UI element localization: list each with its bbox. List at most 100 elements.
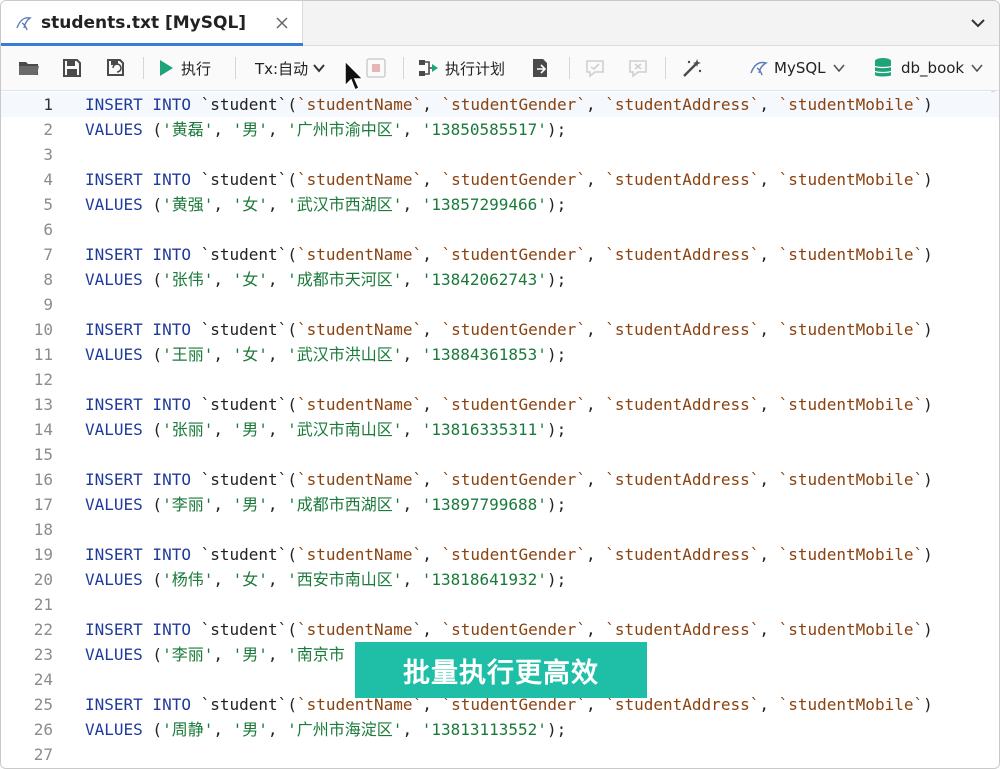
editor-line[interactable]: 6 <box>1 217 999 242</box>
editor-line[interactable]: 4 INSERT INTO `student`(`studentName`, `s… <box>1 167 999 192</box>
editor-line[interactable]: 15 <box>1 442 999 467</box>
editor-line[interactable]: 16 INSERT INTO `student`(`studentName`, `… <box>1 467 999 492</box>
editor-line[interactable]: 27 <box>1 742 999 767</box>
explain-button[interactable] <box>529 55 551 81</box>
database-type-selector[interactable]: MySQL <box>749 55 846 81</box>
sql-punctuation: , <box>759 695 779 714</box>
line-number: 18 <box>33 520 53 539</box>
sql-string-value: '13813113552' <box>421 720 547 739</box>
editor-line[interactable]: 26 VALUES ('周静', '男', '广州市海淀区', '13813113… <box>1 717 999 742</box>
sql-column-name: `studentMobile` <box>778 620 924 639</box>
open-folder-button[interactable] <box>17 55 41 81</box>
sql-string-value: '武汉市南山区' <box>287 420 403 439</box>
editor-line[interactable]: 21 <box>1 592 999 617</box>
sql-column-name: `studentName` <box>296 95 423 114</box>
editor-line[interactable]: 3 <box>1 142 999 167</box>
sql-punctuation: , <box>422 395 442 414</box>
line-number: 4 <box>43 170 53 189</box>
sql-punctuation: , <box>759 470 779 489</box>
sql-column-name: `studentMobile` <box>778 170 924 189</box>
commit-button[interactable] <box>584 55 606 81</box>
transaction-mode-dropdown[interactable]: Tx:自动 <box>249 55 326 81</box>
editor-line[interactable]: 5 VALUES ('黄强', '女', '武汉市西湖区', '138572994… <box>1 192 999 217</box>
sql-table-name: `student` <box>200 170 288 189</box>
line-number: 5 <box>43 195 53 214</box>
play-icon <box>160 60 173 76</box>
editor-line[interactable]: 10 INSERT INTO `student`(`studentName`, `… <box>1 317 999 342</box>
sql-keyword: INSERT INTO <box>85 545 191 564</box>
sql-keyword: INSERT INTO <box>85 620 191 639</box>
sql-string-value: '女' <box>232 345 268 364</box>
editor-line[interactable]: 12 <box>1 367 999 392</box>
sql-punctuation: , <box>213 495 233 514</box>
sql-string-value: '广州市渝中区' <box>287 120 403 139</box>
sql-keyword: INSERT INTO <box>85 470 191 489</box>
sql-column-name: `studentAddress` <box>605 470 760 489</box>
editor-line[interactable]: 7 INSERT INTO `student`(`studentName`, `s… <box>1 242 999 267</box>
tab-bar: students.txt [MySQL] <box>1 1 999 46</box>
sql-string-value: '成都市天河区' <box>287 270 403 289</box>
save-all-button[interactable] <box>105 55 127 81</box>
editor-line[interactable]: 2 VALUES ('黄磊', '男', '广州市渝中区', '138505855… <box>1 117 999 142</box>
sql-punctuation: , <box>585 620 606 639</box>
code-text: VALUES ('张伟', '女', '成都市天河区', '1384206274… <box>85 267 566 292</box>
sql-keyword: VALUES <box>85 570 143 589</box>
save-button[interactable] <box>62 55 82 81</box>
sql-column-name: `studentAddress` <box>605 620 760 639</box>
sql-punctuation: , <box>585 170 606 189</box>
tab-students-txt[interactable]: students.txt [MySQL] <box>1 1 303 46</box>
rollback-button[interactable] <box>627 55 649 81</box>
sql-punctuation: , <box>402 570 422 589</box>
code-text: INSERT INTO `student`(`studentName`, `st… <box>85 92 933 117</box>
database-selector[interactable]: db_book <box>873 55 984 81</box>
sql-column-name: `studentMobile` <box>778 470 924 489</box>
chevron-down-icon[interactable] <box>969 14 987 32</box>
sql-punctuation: ( <box>142 345 163 364</box>
editor-line[interactable]: 18 <box>1 517 999 542</box>
sql-column-name: `studentName` <box>296 620 423 639</box>
sql-punctuation: , <box>402 120 422 139</box>
code-text: VALUES ('李丽', '男', '南京市 <box>85 642 345 667</box>
sql-punctuation: ); <box>546 720 567 739</box>
editor-line[interactable]: 22 INSERT INTO `student`(`studentName`, `… <box>1 617 999 642</box>
editor-line[interactable]: 19 INSERT INTO `student`(`studentName`, `… <box>1 542 999 567</box>
execute-label: 执行 <box>181 59 212 78</box>
sql-column-name: `studentGender` <box>441 170 586 189</box>
editor-line[interactable]: 20 VALUES ('杨伟', '女', '西安市南山区', '13818641… <box>1 567 999 592</box>
sql-string-value: '13842062743' <box>421 270 547 289</box>
editor-line[interactable]: 14 VALUES ('张丽', '男', '武汉市南山区', '13816335… <box>1 417 999 442</box>
execution-plan-button[interactable]: 执行计划 <box>417 55 505 81</box>
editor-line[interactable]: 1 INSERT INTO `student`(`studentName`, `s… <box>1 92 999 117</box>
sql-string-value: '13850585517' <box>421 120 547 139</box>
close-icon[interactable] <box>273 14 291 32</box>
format-sql-button[interactable] <box>681 55 703 81</box>
sql-column-name: `studentGender` <box>441 395 586 414</box>
sql-column-name: `studentAddress` <box>605 95 760 114</box>
editor-line[interactable]: 8 VALUES ('张伟', '女', '成都市天河区', '138420627… <box>1 267 999 292</box>
tab-title: students.txt [MySQL] <box>41 13 247 33</box>
sql-punctuation: , <box>402 495 422 514</box>
editor-line[interactable]: 11 VALUES ('王丽', '女', '武汉市洪山区', '13884361… <box>1 342 999 367</box>
sql-punctuation: , <box>402 720 422 739</box>
editor-line[interactable]: 9 <box>1 292 999 317</box>
sql-punctuation: ) <box>923 545 933 564</box>
stop-button[interactable] <box>365 55 387 81</box>
sql-column-name: `studentMobile` <box>778 695 924 714</box>
code-text: VALUES ('李丽', '男', '成都市西湖区', '1389779968… <box>85 492 566 517</box>
sql-string-value: '成都市西湖区' <box>287 495 403 514</box>
editor-line[interactable]: 17 VALUES ('李丽', '男', '成都市西湖区', '13897799… <box>1 492 999 517</box>
sql-column-name: `studentMobile` <box>778 545 924 564</box>
sql-string-value: '13884361853' <box>421 345 547 364</box>
sql-punctuation: , <box>213 420 233 439</box>
sql-string-value: '男' <box>232 420 268 439</box>
sql-keyword: INSERT INTO <box>85 320 191 339</box>
sql-punctuation: , <box>213 645 233 664</box>
execute-button[interactable]: 执行 <box>157 55 211 81</box>
sql-string-value: '女' <box>232 270 268 289</box>
sql-string-value: '男' <box>232 120 268 139</box>
editor-line[interactable]: 13 INSERT INTO `student`(`studentName`, `… <box>1 392 999 417</box>
sql-punctuation: , <box>422 320 442 339</box>
sql-string-value: '武汉市洪山区' <box>287 345 403 364</box>
sql-punctuation: ( <box>142 495 163 514</box>
sql-keyword: VALUES <box>85 645 143 664</box>
